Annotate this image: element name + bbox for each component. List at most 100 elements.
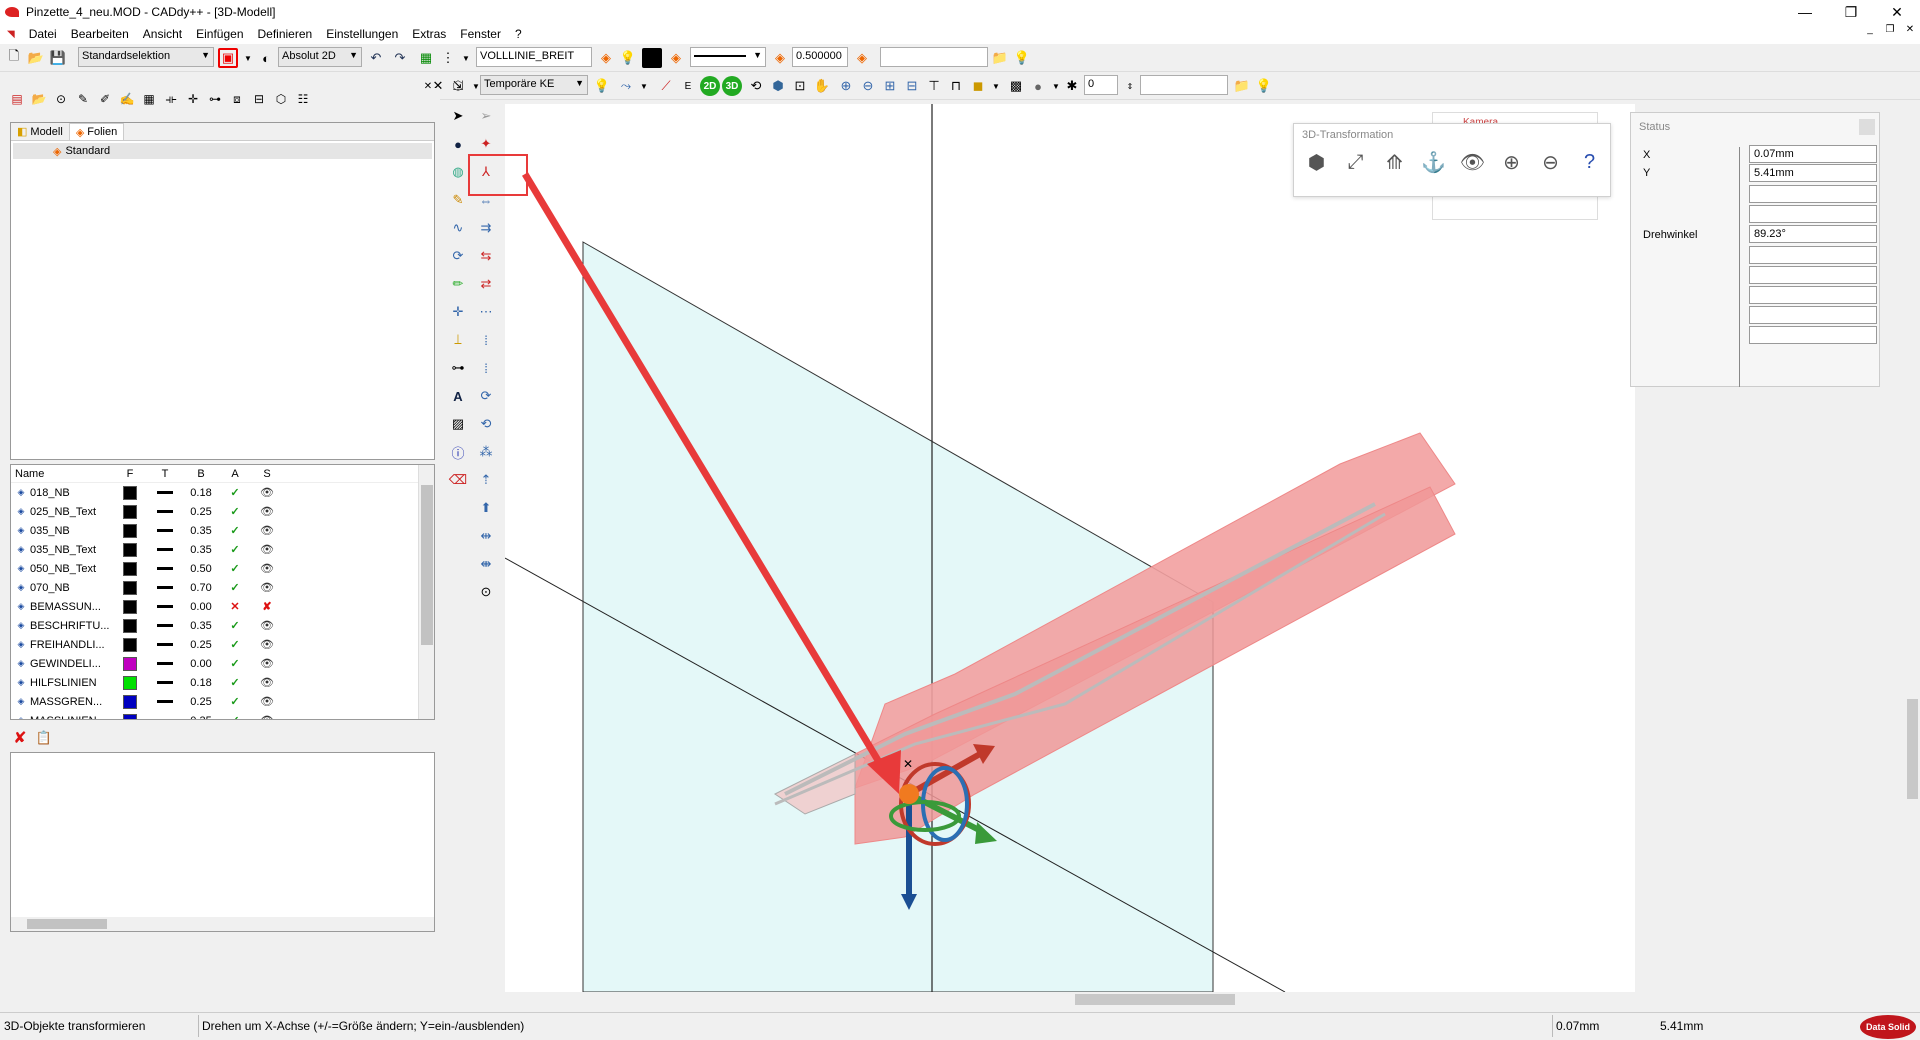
- redo-icon[interactable]: ↷: [390, 48, 410, 68]
- minimize-button[interactable]: —: [1782, 0, 1828, 24]
- col-name[interactable]: Name: [11, 468, 113, 480]
- scroll-thumb[interactable]: [1075, 994, 1235, 1005]
- dropdown-arrow-icon[interactable]: ▼: [456, 48, 476, 68]
- crosshair-icon[interactable]: ✛: [184, 90, 202, 108]
- 3d-button[interactable]: 3D: [722, 76, 742, 96]
- color-swatch[interactable]: [123, 485, 137, 500]
- color-swatch[interactable]: [642, 48, 662, 68]
- menu-einstellungen[interactable]: Einstellungen: [319, 27, 405, 41]
- layer-stack-icon[interactable]: ◈: [666, 48, 686, 68]
- close-button[interactable]: ✕: [1874, 0, 1920, 24]
- layer-linetype-cell[interactable]: [147, 662, 183, 665]
- measure-icon[interactable]: ⊓: [946, 76, 966, 96]
- double-arrow-icon[interactable]: ⇉: [475, 217, 497, 239]
- layer-stack-icon[interactable]: ◈: [596, 48, 616, 68]
- scroll-thumb[interactable]: [1907, 699, 1918, 799]
- search-icon[interactable]: ⊙: [52, 90, 70, 108]
- tree-node-standard[interactable]: ◈ Standard: [13, 143, 432, 159]
- active-check-icon[interactable]: ✓: [219, 562, 251, 575]
- layer-linetype-cell[interactable]: [147, 624, 183, 627]
- col-s[interactable]: S: [251, 468, 283, 480]
- align-icon[interactable]: ⇼: [475, 553, 497, 575]
- line-tool-icon[interactable]: ⟋: [656, 76, 676, 96]
- layer-width-cell[interactable]: 0.35: [183, 620, 219, 632]
- bulb-icon[interactable]: 💡: [592, 76, 612, 96]
- view-eye-icon[interactable]: 👁: [1456, 146, 1489, 179]
- edit-line-icon[interactable]: ✏: [447, 273, 469, 295]
- layer-width-cell[interactable]: 0.00: [183, 658, 219, 670]
- scroll-thumb[interactable]: [27, 919, 107, 929]
- x-value-field[interactable]: 0.07mm: [1749, 145, 1877, 163]
- cube-outline-icon[interactable]: ⬡: [272, 90, 290, 108]
- color-swatch[interactable]: [123, 561, 137, 576]
- dropdown-arrow-icon[interactable]: ▼: [986, 76, 1006, 96]
- scroll-thumb[interactable]: [421, 485, 433, 645]
- tab-modell[interactable]: ◧ Modell: [11, 123, 69, 140]
- scatter-icon[interactable]: ⁂: [475, 441, 497, 463]
- hatch-icon[interactable]: ▨: [447, 413, 469, 435]
- e-tool-icon[interactable]: E: [678, 76, 698, 96]
- grid-icon[interactable]: ▦: [416, 48, 436, 68]
- cube-icon[interactable]: ⬡: [448, 76, 468, 96]
- move-diagonal-icon[interactable]: ⤢: [1339, 146, 1372, 179]
- sphere-icon[interactable]: ●: [1028, 76, 1048, 96]
- extrude-icon[interactable]: ⟰: [1378, 146, 1411, 179]
- layer-color-cell[interactable]: [113, 504, 147, 519]
- menu-einfuegen[interactable]: Einfügen: [189, 27, 250, 41]
- menu-bearbeiten[interactable]: Bearbeiten: [64, 27, 136, 41]
- color-swatch[interactable]: [123, 656, 137, 671]
- layer-manager-icon[interactable]: ▤: [8, 90, 26, 108]
- viewport-hscrollbar[interactable]: [505, 992, 1635, 1006]
- active-check-icon[interactable]: ✓: [219, 619, 251, 632]
- red-pin-icon[interactable]: ✦: [475, 133, 497, 155]
- offset-icon[interactable]: ⊶: [206, 90, 224, 108]
- empty-field[interactable]: [1749, 185, 1877, 203]
- empty-field[interactable]: [1749, 286, 1877, 304]
- color-swatch[interactable]: [123, 504, 137, 519]
- layer-row[interactable]: ◈ 035_NB_Text 0.35 ✓ 👁: [11, 540, 434, 559]
- layer-row[interactable]: ◈ 070_NB 0.70 ✓ 👁: [11, 578, 434, 597]
- menu-fenster[interactable]: Fenster: [453, 27, 508, 41]
- view-cube-icon[interactable]: ⬢: [768, 76, 788, 96]
- mdi-minimize-button[interactable]: _: [1860, 24, 1880, 35]
- hatch-icon[interactable]: ▩: [1006, 76, 1026, 96]
- layer-color-cell[interactable]: [113, 580, 147, 595]
- open-folder-icon[interactable]: 📂: [26, 48, 46, 68]
- zoom-out-icon[interactable]: ⊖: [858, 76, 878, 96]
- copy-move-icon[interactable]: ⇄: [475, 273, 497, 295]
- layer-color-cell[interactable]: [113, 561, 147, 576]
- visible-eye-icon[interactable]: 👁: [251, 524, 283, 537]
- tab-folien[interactable]: ◈ Folien: [68, 123, 125, 140]
- table-icon[interactable]: ▦: [140, 90, 158, 108]
- text-tool-icon[interactable]: A: [447, 385, 469, 407]
- layer-linetype-cell[interactable]: [147, 567, 183, 570]
- viewport-vscrollbar[interactable]: [1905, 104, 1920, 992]
- new-file-icon[interactable]: 🗋: [4, 48, 24, 68]
- layer-width-cell[interactable]: 0.35: [183, 715, 219, 720]
- arrow-up-icon[interactable]: ⇡: [475, 469, 497, 491]
- empty-field[interactable]: [1749, 266, 1877, 284]
- rotate-object-icon[interactable]: ⟳: [447, 245, 469, 267]
- stretch-icon[interactable]: ⇹: [475, 525, 497, 547]
- visible-eye-icon[interactable]: 👁: [251, 695, 283, 708]
- zoom-out-icon[interactable]: ⊖: [1534, 146, 1567, 179]
- color-swatch[interactable]: [123, 675, 137, 690]
- selection-mode-select[interactable]: Standardselektion ▼: [78, 47, 214, 67]
- active-check-icon[interactable]: ✓: [219, 657, 251, 670]
- temp-ke-select[interactable]: Temporäre KE ▼: [480, 75, 588, 95]
- pencil-icon[interactable]: ✎: [74, 90, 92, 108]
- col-b[interactable]: B: [183, 468, 219, 480]
- cube-icon[interactable]: ⬢: [1300, 146, 1333, 179]
- layer-row[interactable]: ◈ 050_NB_Text 0.50 ✓ 👁: [11, 559, 434, 578]
- hierarchy-icon[interactable]: ⊶: [447, 357, 469, 379]
- layer-linetype-cell[interactable]: [147, 605, 183, 608]
- select-frame-icon[interactable]: ▣: [218, 48, 238, 68]
- layer-color-cell[interactable]: [113, 485, 147, 500]
- visible-eye-icon[interactable]: 👁: [251, 543, 283, 556]
- snap-point-icon[interactable]: ⤳: [616, 76, 636, 96]
- properties-hscrollbar[interactable]: [11, 917, 434, 931]
- color-swatch[interactable]: [123, 637, 137, 652]
- active-check-icon[interactable]: ✓: [219, 581, 251, 594]
- gizmo-center[interactable]: [899, 784, 919, 804]
- status-panel-close-button[interactable]: [1859, 119, 1875, 135]
